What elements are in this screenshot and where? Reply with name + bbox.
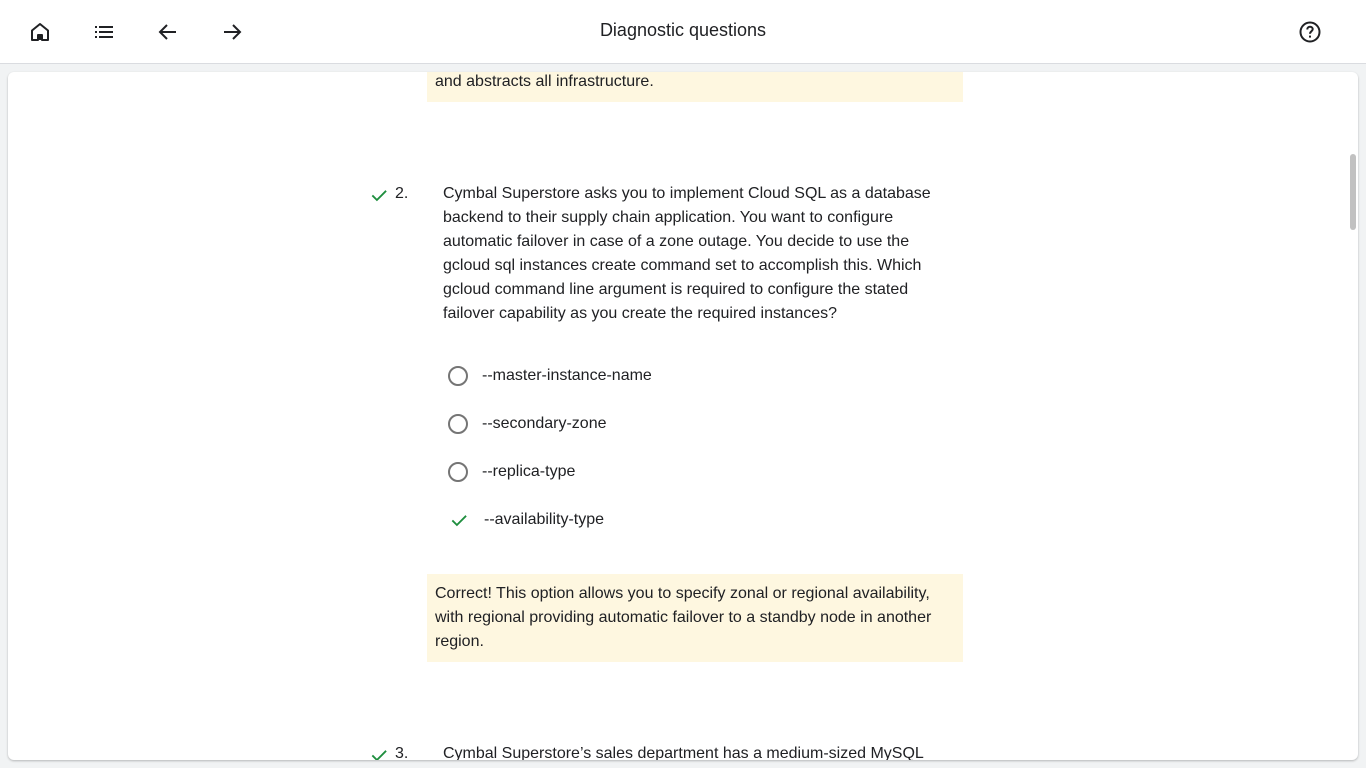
option-label: --secondary-zone	[482, 415, 607, 432]
option-label: --master-instance-name	[482, 367, 652, 384]
question-number: 2.	[395, 185, 409, 202]
option-availability-type[interactable]: --availability-type	[448, 506, 604, 534]
option-master-instance-name[interactable]: --master-instance-name	[448, 362, 652, 390]
top-app-bar: Diagnostic questions	[0, 0, 1366, 64]
scrollbar-thumb[interactable]	[1350, 154, 1356, 230]
option-label: --availability-type	[484, 511, 605, 528]
feedback-text: Correct! This option allows you to speci…	[435, 585, 932, 650]
previous-feedback: and abstracts all infrastructure.	[427, 72, 963, 102]
option-label: --replica-type	[482, 463, 576, 480]
radio-button[interactable]	[448, 366, 468, 386]
option-replica-type[interactable]: --replica-type	[448, 458, 575, 486]
help-icon	[1299, 21, 1321, 43]
correct-check-icon	[371, 190, 387, 202]
page-title: Diagnostic questions	[599, 20, 767, 40]
radio-button[interactable]	[448, 462, 468, 482]
answer-feedback: Correct! This option allows you to speci…	[427, 574, 963, 662]
questions-panel: and abstracts all infrastructure. 2. Cym…	[8, 72, 1358, 760]
correct-check-icon	[451, 515, 467, 527]
help-button[interactable]	[1290, 12, 1330, 52]
radio-button[interactable]	[448, 414, 468, 434]
option-secondary-zone[interactable]: --secondary-zone	[448, 410, 607, 438]
question-text: Cymbal Superstore asks you to implement …	[443, 185, 931, 322]
question-text: Cymbal Superstore’s sales department has…	[443, 745, 924, 760]
previous-feedback-text: and abstracts all infrastructure.	[435, 73, 654, 90]
question-number: 3.	[395, 745, 409, 760]
correct-check-icon	[371, 750, 387, 760]
